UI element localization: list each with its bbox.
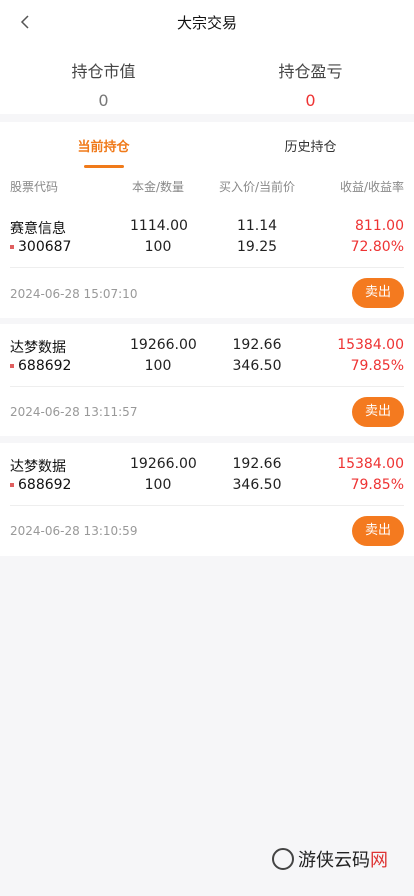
profit: 811.00 [355, 218, 404, 234]
market-value-label: 持仓市值 [71, 62, 136, 81]
watermark-logo-icon [272, 848, 294, 870]
sell-button[interactable]: 卖出 [352, 278, 404, 308]
quantity: 100 [144, 358, 172, 374]
divider [10, 386, 404, 387]
position-time: 2024-06-28 13:11:57 [10, 405, 138, 419]
chevron-left-icon [20, 15, 29, 29]
stock-name: 赛意信息 [10, 221, 66, 237]
tab-bar: 当前持仓 历史持仓 [0, 122, 414, 168]
page-title: 大宗交易 [176, 13, 237, 32]
stock-code: 688692 [10, 477, 71, 493]
profit-rate: 79.85% [350, 477, 404, 493]
position-time: 2024-06-28 15:07:10 [10, 287, 138, 301]
market-value-block: 持仓市值 0 [0, 44, 207, 114]
sell-button[interactable]: 卖出 [352, 516, 404, 546]
stock-name: 达梦数据 [10, 459, 66, 475]
divider [10, 267, 404, 268]
profit-loss-block: 持仓盈亏 0 [207, 44, 414, 114]
back-button[interactable] [10, 7, 40, 37]
position-card: 赛意信息 300687 1114.00 100 11.14 19.25 811.… [0, 204, 414, 318]
profit-rate: 79.85% [350, 358, 404, 374]
watermark-text-accent: 网 [370, 850, 388, 871]
principal: 19266.00 [130, 456, 197, 472]
column-header-buy-current-price: 买入价/当前价 [219, 180, 296, 194]
column-header-profit-rate: 收益/收益率 [339, 180, 404, 194]
profit: 15384.00 [337, 337, 404, 353]
tab-history-holdings[interactable]: 历史持仓 [207, 122, 414, 168]
stock-name: 达梦数据 [10, 340, 66, 356]
stock-code: 300687 [10, 239, 71, 255]
current-price: 346.50 [232, 477, 282, 493]
current-price: 19.25 [236, 239, 278, 255]
quantity: 100 [144, 239, 172, 255]
watermark-text: 游侠云码网 [298, 846, 388, 872]
column-header-stock-code: 股票代码 [10, 180, 59, 194]
buy-price: 192.66 [232, 337, 282, 353]
table-header: 股票代码 本金/数量 买入价/当前价 收益/收益率 [0, 168, 414, 204]
position-card: 达梦数据 688692 19266.00 100 192.66 346.50 1… [0, 324, 414, 436]
position-time: 2024-06-28 13:10:59 [10, 524, 138, 538]
top-bar: 大宗交易 [0, 0, 414, 44]
principal: 1114.00 [130, 218, 188, 234]
column-header-principal-quantity: 本金/数量 [132, 180, 185, 194]
market-value: 0 [98, 91, 109, 110]
sell-button[interactable]: 卖出 [352, 397, 404, 427]
watermark: 游侠云码网 [272, 846, 388, 872]
profit-loss-value: 0 [305, 91, 316, 110]
profit-rate: 72.80% [350, 239, 404, 255]
position-card: 达梦数据 688692 19266.00 100 192.66 346.50 1… [0, 443, 414, 556]
principal: 19266.00 [130, 337, 197, 353]
watermark-text-main: 游侠云码 [298, 850, 370, 871]
divider [10, 505, 404, 506]
profit: 15384.00 [337, 456, 404, 472]
buy-price: 11.14 [236, 218, 278, 234]
buy-price: 192.66 [232, 456, 282, 472]
profit-loss-label: 持仓盈亏 [278, 62, 343, 81]
quantity: 100 [144, 477, 172, 493]
holdings-summary: 持仓市值 0 持仓盈亏 0 [0, 44, 414, 114]
tab-current-holdings[interactable]: 当前持仓 [0, 122, 207, 168]
stock-code: 688692 [10, 358, 71, 374]
current-price: 346.50 [232, 358, 282, 374]
